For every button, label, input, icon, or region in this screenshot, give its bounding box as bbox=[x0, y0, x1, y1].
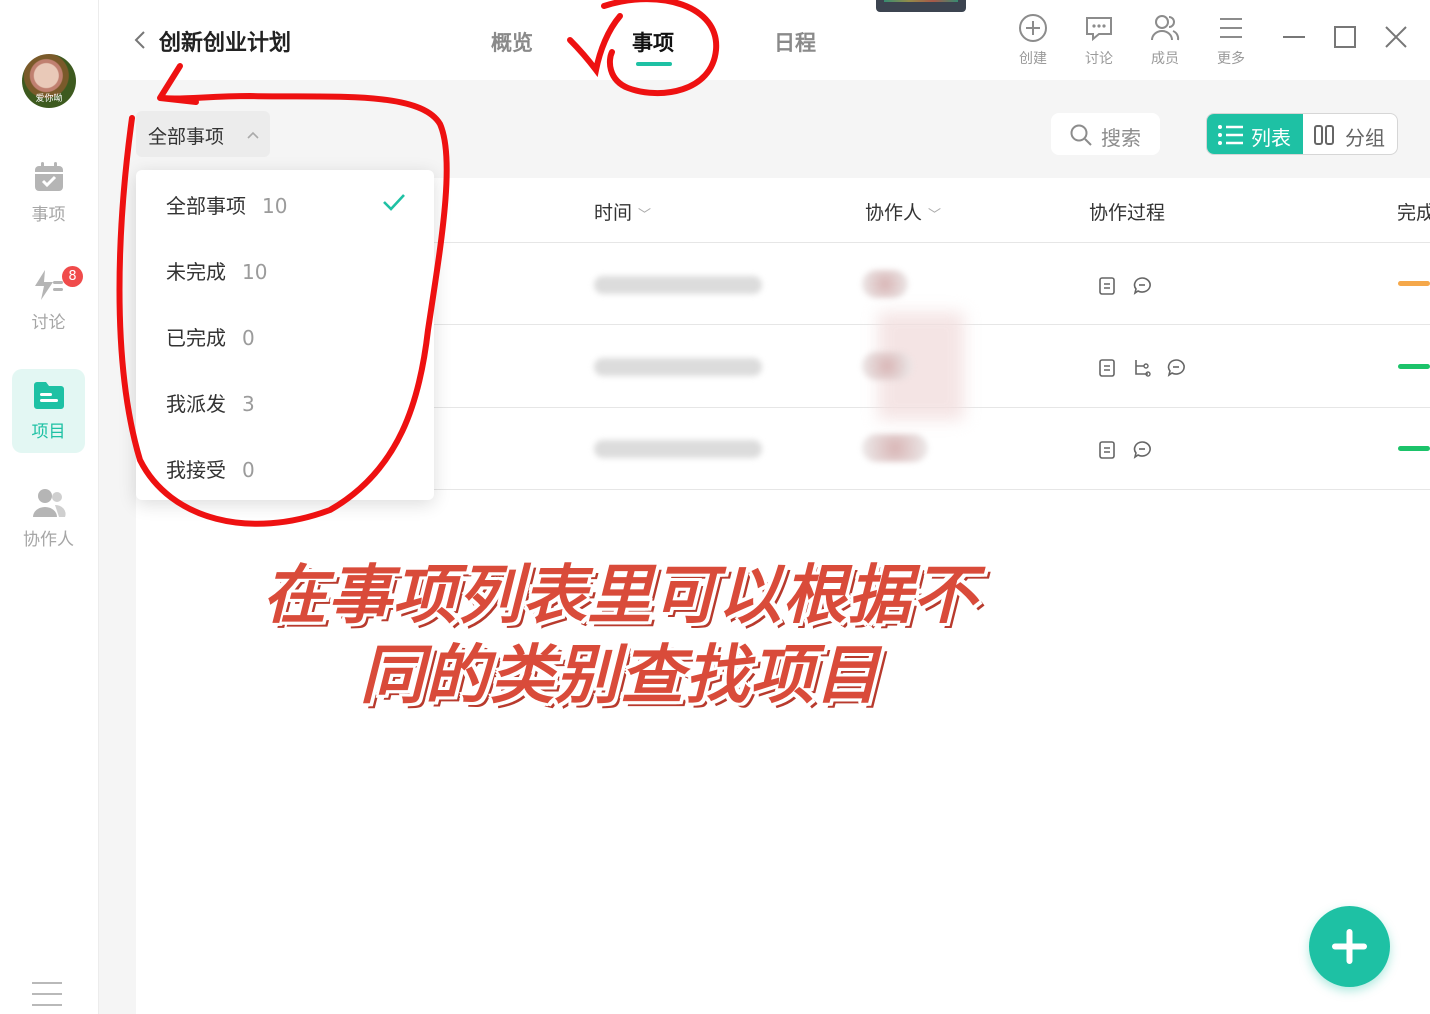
column-header-process: 协作过程 bbox=[1089, 202, 1166, 224]
annotation-caption-line2: 同的类别查找项目 bbox=[360, 639, 880, 713]
nav-item-tasks[interactable]: 事项 bbox=[12, 150, 85, 234]
tab-overview[interactable]: 概览 bbox=[491, 27, 533, 57]
document-icon[interactable] bbox=[1097, 276, 1117, 296]
search-icon bbox=[1070, 124, 1092, 146]
members-button[interactable]: 成员 bbox=[1139, 12, 1191, 68]
list-icon bbox=[1218, 125, 1243, 145]
row-time-blurred bbox=[594, 440, 762, 458]
close-icon[interactable] bbox=[1381, 22, 1411, 52]
minimize-icon[interactable] bbox=[1279, 22, 1309, 52]
row-collaborators-blurred bbox=[862, 352, 912, 380]
menu-icon bbox=[1220, 18, 1242, 38]
filter-count: 10 bbox=[242, 260, 268, 284]
create-label: 创建 bbox=[1019, 51, 1047, 67]
nav-item-projects[interactable]: 项目 bbox=[12, 369, 85, 453]
lightning-chat-icon bbox=[34, 270, 63, 300]
avatar-caption: 爱你呦 bbox=[35, 94, 63, 104]
filter-option-assigned-by-me[interactable]: 我派发 3 bbox=[166, 388, 255, 418]
people-icon bbox=[32, 489, 66, 517]
progress-bar bbox=[1398, 446, 1430, 451]
progress-bar bbox=[1398, 364, 1430, 369]
nav-item-collaborators[interactable]: 协作人 bbox=[12, 477, 85, 561]
task-filter-menu: 全部事项 10 未完成 10 已完成 0 我派发 3 我接受 0 bbox=[136, 170, 434, 500]
nav-item-discuss[interactable]: 8 讨论 bbox=[12, 258, 85, 342]
members-icon bbox=[1151, 15, 1180, 41]
row-time-blurred bbox=[594, 276, 762, 294]
comment-icon[interactable] bbox=[1132, 276, 1152, 296]
more-label: 更多 bbox=[1217, 51, 1245, 67]
filter-count: 3 bbox=[242, 392, 255, 416]
nav-label-collaborators: 协作人 bbox=[23, 530, 74, 550]
left-sidebar: 爱你呦 事项 8 讨论 项目 协作人 bbox=[0, 0, 99, 1014]
chevron-up-icon bbox=[247, 131, 259, 139]
nav-label-discuss: 讨论 bbox=[31, 313, 66, 333]
task-filter-label: 全部事项 bbox=[148, 126, 225, 148]
annotation-caption-line1: 在事项列表里可以根据不 bbox=[262, 559, 978, 633]
columns-icon bbox=[1314, 125, 1334, 145]
column-header-time[interactable]: 时间 ﹀ bbox=[594, 198, 651, 225]
view-switcher: 列表 分组 bbox=[1206, 113, 1398, 155]
back-chevron-icon[interactable] bbox=[129, 28, 153, 52]
plus-icon bbox=[1332, 929, 1367, 964]
folder-icon bbox=[33, 382, 64, 409]
add-task-button[interactable] bbox=[1309, 906, 1390, 987]
checkmark-icon bbox=[383, 194, 405, 211]
filter-count: 0 bbox=[242, 458, 255, 482]
comment-icon[interactable] bbox=[1132, 440, 1152, 460]
chevron-down-icon: ﹀ bbox=[928, 208, 942, 223]
filter-count: 10 bbox=[262, 194, 288, 218]
view-list-button[interactable]: 列表 bbox=[1207, 114, 1303, 154]
settings-menu-icon[interactable] bbox=[32, 982, 62, 1014]
plus-circle-icon bbox=[1019, 14, 1047, 42]
search-button[interactable]: 搜索 bbox=[1051, 113, 1160, 155]
filter-option-all[interactable]: 全部事项 10 bbox=[166, 190, 287, 220]
chevron-down-icon: ﹀ bbox=[638, 208, 652, 223]
maximize-icon[interactable] bbox=[1330, 22, 1360, 52]
calendar-check-icon bbox=[34, 162, 63, 191]
discuss-label: 讨论 bbox=[1085, 51, 1113, 67]
chat-icon bbox=[1086, 17, 1112, 42]
nav-label-projects: 项目 bbox=[31, 422, 66, 442]
row-collaborators-blurred bbox=[862, 434, 928, 462]
filter-option-completed[interactable]: 已完成 0 bbox=[166, 322, 255, 352]
nav-label-tasks: 事项 bbox=[31, 205, 66, 225]
project-title: 创新创业计划 bbox=[159, 31, 292, 56]
device-thumbnail bbox=[876, 0, 966, 12]
top-header: 创新创业计划 概览 事项 日程 创建 讨论 成员 更多 bbox=[99, 0, 1430, 80]
create-button[interactable]: 创建 bbox=[1007, 12, 1059, 68]
task-filter-dropdown[interactable]: 全部事项 bbox=[136, 111, 270, 157]
view-group-label: 分组 bbox=[1345, 126, 1385, 150]
column-header-collaborators[interactable]: 协作人 ﹀ bbox=[865, 198, 941, 225]
filter-count: 0 bbox=[242, 326, 255, 350]
view-list-label: 列表 bbox=[1251, 126, 1291, 150]
document-icon[interactable] bbox=[1097, 440, 1117, 460]
progress-bar bbox=[1398, 281, 1430, 286]
discuss-button[interactable]: 讨论 bbox=[1073, 12, 1125, 68]
active-tab-indicator bbox=[636, 62, 672, 66]
tab-tasks[interactable]: 事项 bbox=[632, 27, 674, 57]
comment-icon[interactable] bbox=[1166, 358, 1186, 378]
avatar[interactable]: 爱你呦 bbox=[22, 54, 76, 108]
members-label: 成员 bbox=[1151, 51, 1179, 67]
search-label: 搜索 bbox=[1101, 126, 1141, 150]
unread-badge: 8 bbox=[62, 266, 83, 287]
document-icon[interactable] bbox=[1097, 358, 1117, 378]
flow-icon[interactable] bbox=[1132, 358, 1152, 378]
filter-option-accepted-by-me[interactable]: 我接受 0 bbox=[166, 454, 255, 484]
more-button[interactable]: 更多 bbox=[1205, 12, 1257, 68]
filter-option-incomplete[interactable]: 未完成 10 bbox=[166, 256, 267, 286]
row-collaborators-blurred bbox=[862, 270, 908, 298]
tab-schedule[interactable]: 日程 bbox=[774, 27, 816, 57]
column-header-completion: 完成 bbox=[1397, 202, 1430, 224]
row-time-blurred bbox=[594, 358, 762, 376]
